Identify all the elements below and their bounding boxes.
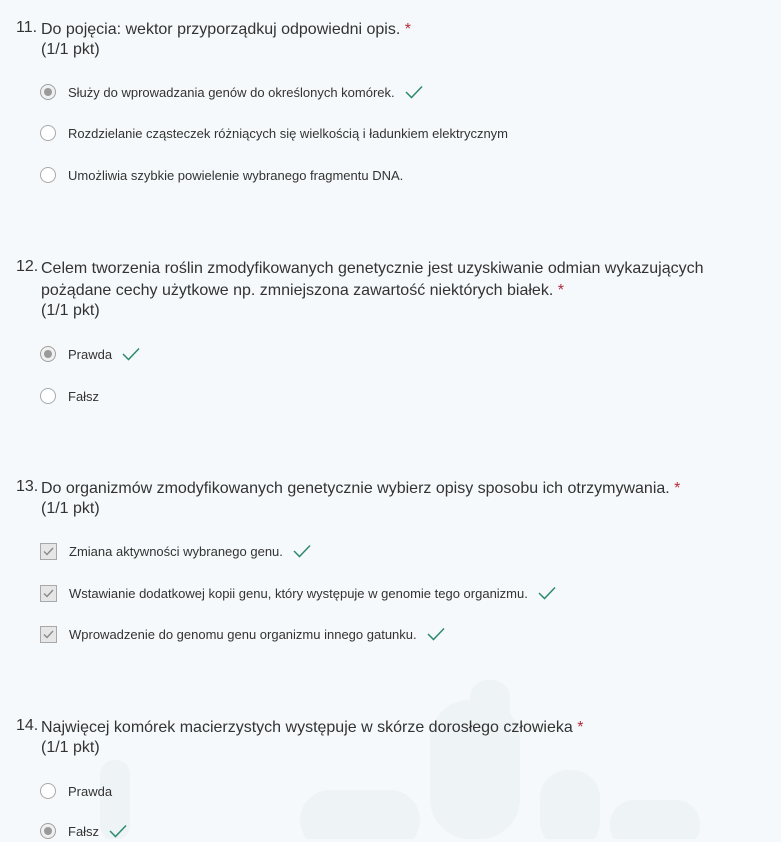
answer-option[interactable]: Wstawianie dodatkowej kopii genu, który … — [40, 582, 556, 604]
question-number: 11. — [16, 19, 38, 36]
option-label: Zmiana aktywności wybranego genu. — [69, 543, 283, 559]
option-label: Wprowadzenie do genomu genu organizmu in… — [69, 626, 417, 642]
question-number: 12. — [16, 258, 39, 275]
checkbox[interactable] — [40, 542, 57, 560]
required-asterisk: * — [557, 282, 564, 299]
radio-button[interactable] — [40, 823, 56, 839]
question-text-content: Do organizmów zmodyfikowanych genetyczni… — [41, 480, 670, 497]
radio-button[interactable] — [40, 84, 56, 100]
required-asterisk: * — [577, 719, 584, 736]
radio-button[interactable] — [40, 125, 56, 141]
answer-option[interactable]: Prawda — [40, 780, 112, 802]
radio-button[interactable] — [40, 167, 56, 183]
option-label: Fałsz — [68, 823, 100, 839]
question-points: (1/1 pkt) — [41, 41, 100, 58]
checkmark-icon — [405, 85, 423, 99]
checkmark-icon — [427, 627, 445, 641]
question-number: 13. — [16, 478, 39, 495]
question-text-content: Do pojęcia: wektor przyporządkuj odpowie… — [41, 21, 401, 38]
option-label: Umożliwia szybkie powielenie wybranego f… — [68, 167, 404, 183]
radio-button[interactable] — [40, 346, 56, 362]
question-points: (1/1 pkt) — [41, 302, 100, 319]
checkmark-icon — [293, 544, 311, 558]
question-text: Do pojęcia: wektor przyporządkuj odpowie… — [41, 19, 746, 41]
question-text-content: Celem tworzenia roślin zmodyfikowanych g… — [41, 260, 704, 299]
answer-option[interactable]: Fałsz — [40, 385, 99, 407]
option-label: Prawda — [68, 783, 113, 799]
radio-button[interactable] — [40, 388, 56, 404]
answer-option[interactable]: Zmiana aktywności wybranego genu. — [40, 540, 311, 562]
required-asterisk: * — [674, 480, 681, 497]
question-points: (1/1 pkt) — [41, 739, 100, 756]
option-label: Prawda — [68, 346, 113, 362]
checkbox[interactable] — [40, 584, 57, 602]
answer-option[interactable]: Prawda — [40, 343, 140, 365]
option-label: Rozdzielanie cząsteczek różniących się w… — [68, 125, 509, 141]
checkbox-check-icon — [43, 589, 54, 598]
option-label: Fałsz — [68, 388, 100, 404]
option-label: Służy do wprowadzania genów do określony… — [68, 84, 395, 100]
radio-button[interactable] — [40, 783, 56, 799]
checkbox[interactable] — [40, 625, 57, 643]
answer-option[interactable]: Rozdzielanie cząsteczek różniących się w… — [40, 122, 508, 144]
answer-option[interactable]: Umożliwia szybkie powielenie wybranego f… — [40, 164, 403, 186]
answer-option[interactable]: Służy do wprowadzania genów do określony… — [40, 81, 423, 103]
option-label: Wstawianie dodatkowej kopii genu, który … — [69, 585, 528, 601]
question-text: Do organizmów zmodyfikowanych genetyczni… — [41, 478, 746, 500]
question-number: 14. — [16, 717, 39, 734]
question-points: (1/1 pkt) — [41, 500, 100, 517]
required-asterisk: * — [404, 21, 411, 38]
answer-option[interactable]: Wprowadzenie do genomu genu organizmu in… — [40, 623, 445, 645]
question-text: Celem tworzenia roślin zmodyfikowanych g… — [41, 258, 746, 302]
checkmark-icon — [538, 586, 556, 600]
checkmark-icon — [122, 347, 140, 361]
checkbox-check-icon — [43, 547, 54, 556]
question-text: Najwięcej komórek macierzystych występuj… — [41, 717, 746, 739]
checkbox-check-icon — [43, 630, 54, 639]
question-text-content: Najwięcej komórek macierzystych występuj… — [41, 719, 573, 736]
checkmark-icon — [109, 824, 127, 838]
